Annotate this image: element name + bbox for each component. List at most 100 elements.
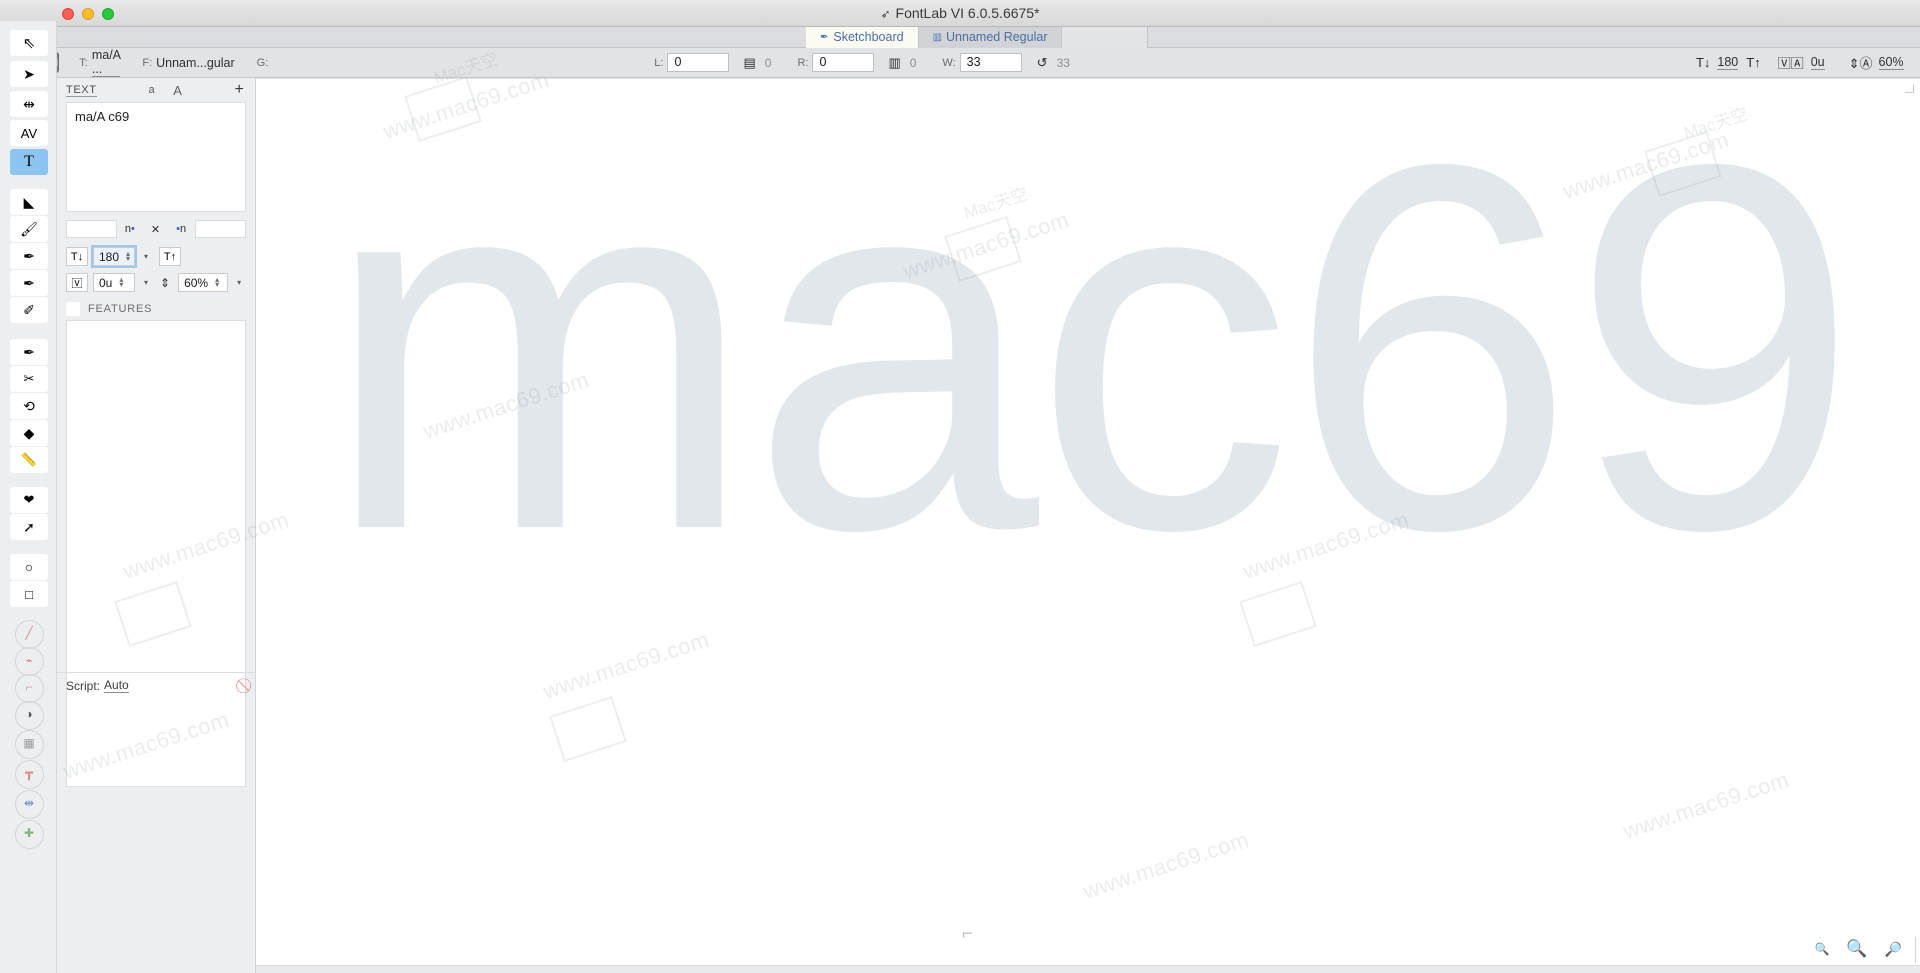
zoom-out-button[interactable]: 🔍	[1814, 942, 1829, 956]
tool-rail: ⇖ ➤ ⇹ AV T ◣ 🖌 ✒ ✒ ✐ ✒ ✂ ⟲ ◆ 📏 ❤ ➚ ○ □ ╱…	[0, 21, 57, 973]
baseline-marker: ⌐	[962, 923, 973, 943]
script-label: Script:	[66, 678, 101, 693]
vertical-scale-icon[interactable]: ⇕Ⓐ	[1849, 53, 1873, 72]
shape-merge-tool[interactable]: ❤	[10, 487, 48, 513]
measure-tool[interactable]: 📏	[10, 447, 48, 473]
pen-nib-icon: ✒	[23, 247, 35, 264]
text-field-label: T:	[79, 56, 88, 69]
scale-stepper[interactable]: ▴ ▾	[215, 275, 219, 288]
knife-tool[interactable]: ✂	[10, 366, 48, 392]
rectangle-tool[interactable]: □	[10, 581, 48, 607]
brush-tool[interactable]: 🖌	[10, 216, 48, 242]
zoom-selection-button[interactable]: 🔎	[1885, 941, 1902, 958]
magnet-tool[interactable]: ⟲	[10, 393, 48, 419]
tracking-value: 0u	[99, 275, 113, 290]
tab-empty[interactable]	[1062, 27, 1149, 48]
tracking-dropdown-icon[interactable]: ▾	[144, 278, 148, 287]
fill-pen-tool[interactable]: ✒	[10, 339, 48, 365]
insert-left-input[interactable]	[66, 220, 117, 238]
text-tool[interactable]: T	[10, 149, 48, 175]
text-panel: TEXT a A + ma/A c69 n• ✕ •n T↓ 180 ▴ ▾ ▾ …	[57, 78, 256, 973]
pen-tool[interactable]: ✒	[10, 243, 48, 269]
right-sidebearing-input[interactable]: 0	[812, 53, 875, 72]
nodes-toggle[interactable]: ⌁	[10, 646, 48, 676]
insert-after-icon[interactable]: n•	[125, 223, 135, 235]
square-icon: □	[25, 586, 33, 602]
edit-tool[interactable]: ➤	[10, 61, 48, 87]
measurement-line-toggle[interactable]: ⇹	[10, 789, 48, 819]
kerning-tool[interactable]: AV	[10, 120, 48, 146]
line-height-up-icon[interactable]: T↑	[159, 247, 182, 266]
ellipse-tool[interactable]: ○	[10, 554, 48, 580]
scale-input[interactable]: 60% ▴ ▾	[178, 273, 229, 292]
glyph-canvas[interactable]: mac69 ⌐ 🔍 🔍 🔎	[256, 78, 1920, 973]
line-height-down-icon[interactable]: T↓	[66, 247, 88, 266]
eyedropper-icon: ➚	[23, 518, 35, 535]
paint-bucket-tool[interactable]: ◆	[10, 420, 48, 446]
vertical-scale-icon[interactable]: ⇕	[160, 276, 170, 290]
metrics-tool[interactable]: ⇹	[10, 91, 48, 117]
insert-right-input[interactable]	[195, 220, 246, 238]
tracking-icon[interactable]: 🅅	[66, 273, 88, 292]
lowercase-a-icon[interactable]: a	[149, 84, 156, 96]
select-tool[interactable]: ⇖	[10, 30, 48, 56]
eraser-tool[interactable]: ◣	[10, 189, 48, 215]
title-bar: ➶ FontLab VI 6.0.5.6675*	[0, 0, 1920, 27]
text-panel-title[interactable]: TEXT	[66, 84, 97, 97]
zoom-fit-button[interactable]: 🔍	[1846, 939, 1867, 959]
rapid-tool[interactable]: ✒	[10, 270, 48, 296]
left-sidebearing-icon[interactable]: ▤	[743, 55, 755, 71]
kerning-av-icon: AV	[20, 125, 38, 141]
tracking-input[interactable]: 0u ▴ ▾	[93, 273, 135, 292]
width-input[interactable]: 33	[959, 53, 1022, 72]
features-list[interactable]	[66, 320, 246, 787]
text-field-value[interactable]: ma/A ...	[91, 48, 121, 77]
ascender-icon[interactable]: T↑	[1746, 55, 1760, 70]
font-field-value[interactable]: Unnam...gular	[156, 56, 235, 70]
mask-toggle[interactable]: ◑	[10, 700, 48, 730]
guides-toggle[interactable]: ┳	[10, 759, 48, 789]
matchers-icon: ✚	[23, 826, 35, 840]
tracking-stepper[interactable]: ▴ ▾	[119, 275, 123, 288]
tracking-value[interactable]: 0u	[1810, 55, 1825, 70]
curve-preview-toggle[interactable]: ╱	[10, 619, 48, 649]
window-title: ➶ FontLab VI 6.0.5.6675*	[0, 0, 1920, 27]
window-title-text: FontLab VI 6.0.5.6675*	[895, 5, 1040, 21]
nodes-icon: ⌁	[25, 654, 33, 667]
handles-toggle[interactable]: ⌐	[10, 673, 48, 703]
glyph-field-label: G:	[256, 56, 269, 69]
measurement-line-icon: ⇹	[23, 796, 35, 810]
vertical-scale-value[interactable]: 60%	[1878, 55, 1904, 70]
uppercase-a-icon[interactable]: A	[173, 83, 182, 98]
add-text-button[interactable]: +	[235, 82, 245, 98]
line-height-icon[interactable]: T↓	[1696, 55, 1710, 70]
clear-text-icon[interactable]: ✕	[151, 223, 160, 236]
matchers-toggle[interactable]: ✚	[10, 819, 48, 849]
line-height-value[interactable]: 180	[1717, 55, 1739, 70]
tab-unnamed-regular[interactable]: ▥ Unnamed Regular	[918, 27, 1063, 48]
arrow-cursor-icon: ➶	[880, 7, 891, 21]
features-toggle[interactable]	[66, 302, 80, 316]
brush-icon: 🖌	[20, 220, 38, 237]
right-sidebearing-icon[interactable]: ▥	[888, 55, 900, 71]
advance-width-readout: 33	[1056, 55, 1070, 70]
eyedropper-tool[interactable]: ➚	[10, 514, 48, 540]
left-sidebearing-label: L:	[654, 56, 664, 69]
canvas-resize-handle[interactable]	[1905, 84, 1914, 93]
script-value[interactable]: Auto	[104, 678, 129, 693]
tab-sketchboard[interactable]: ✒ Sketchboard	[806, 27, 919, 48]
curve-icon: ╱	[25, 626, 33, 640]
line-height-input[interactable]: 180 ▴ ▾	[91, 245, 137, 268]
text-input-area[interactable]: ma/A c69	[66, 102, 246, 212]
pencil-tool[interactable]: ✐	[10, 297, 48, 323]
text-t-icon: T	[24, 153, 34, 170]
line-height-dropdown-icon[interactable]: ▾	[144, 252, 148, 261]
insert-before-icon[interactable]: •n	[176, 223, 186, 235]
tracking-icon[interactable]: 🅅🄰	[1778, 53, 1804, 72]
scale-dropdown-icon[interactable]: ▾	[237, 278, 241, 287]
right-sidebearing-readout: 0	[909, 55, 917, 70]
line-height-stepper[interactable]: ▴ ▾	[126, 249, 130, 262]
left-sidebearing-input[interactable]: 0	[667, 53, 730, 72]
advance-width-icon[interactable]: ↺	[1037, 55, 1048, 71]
grid-toggle[interactable]: ▦	[10, 729, 48, 759]
